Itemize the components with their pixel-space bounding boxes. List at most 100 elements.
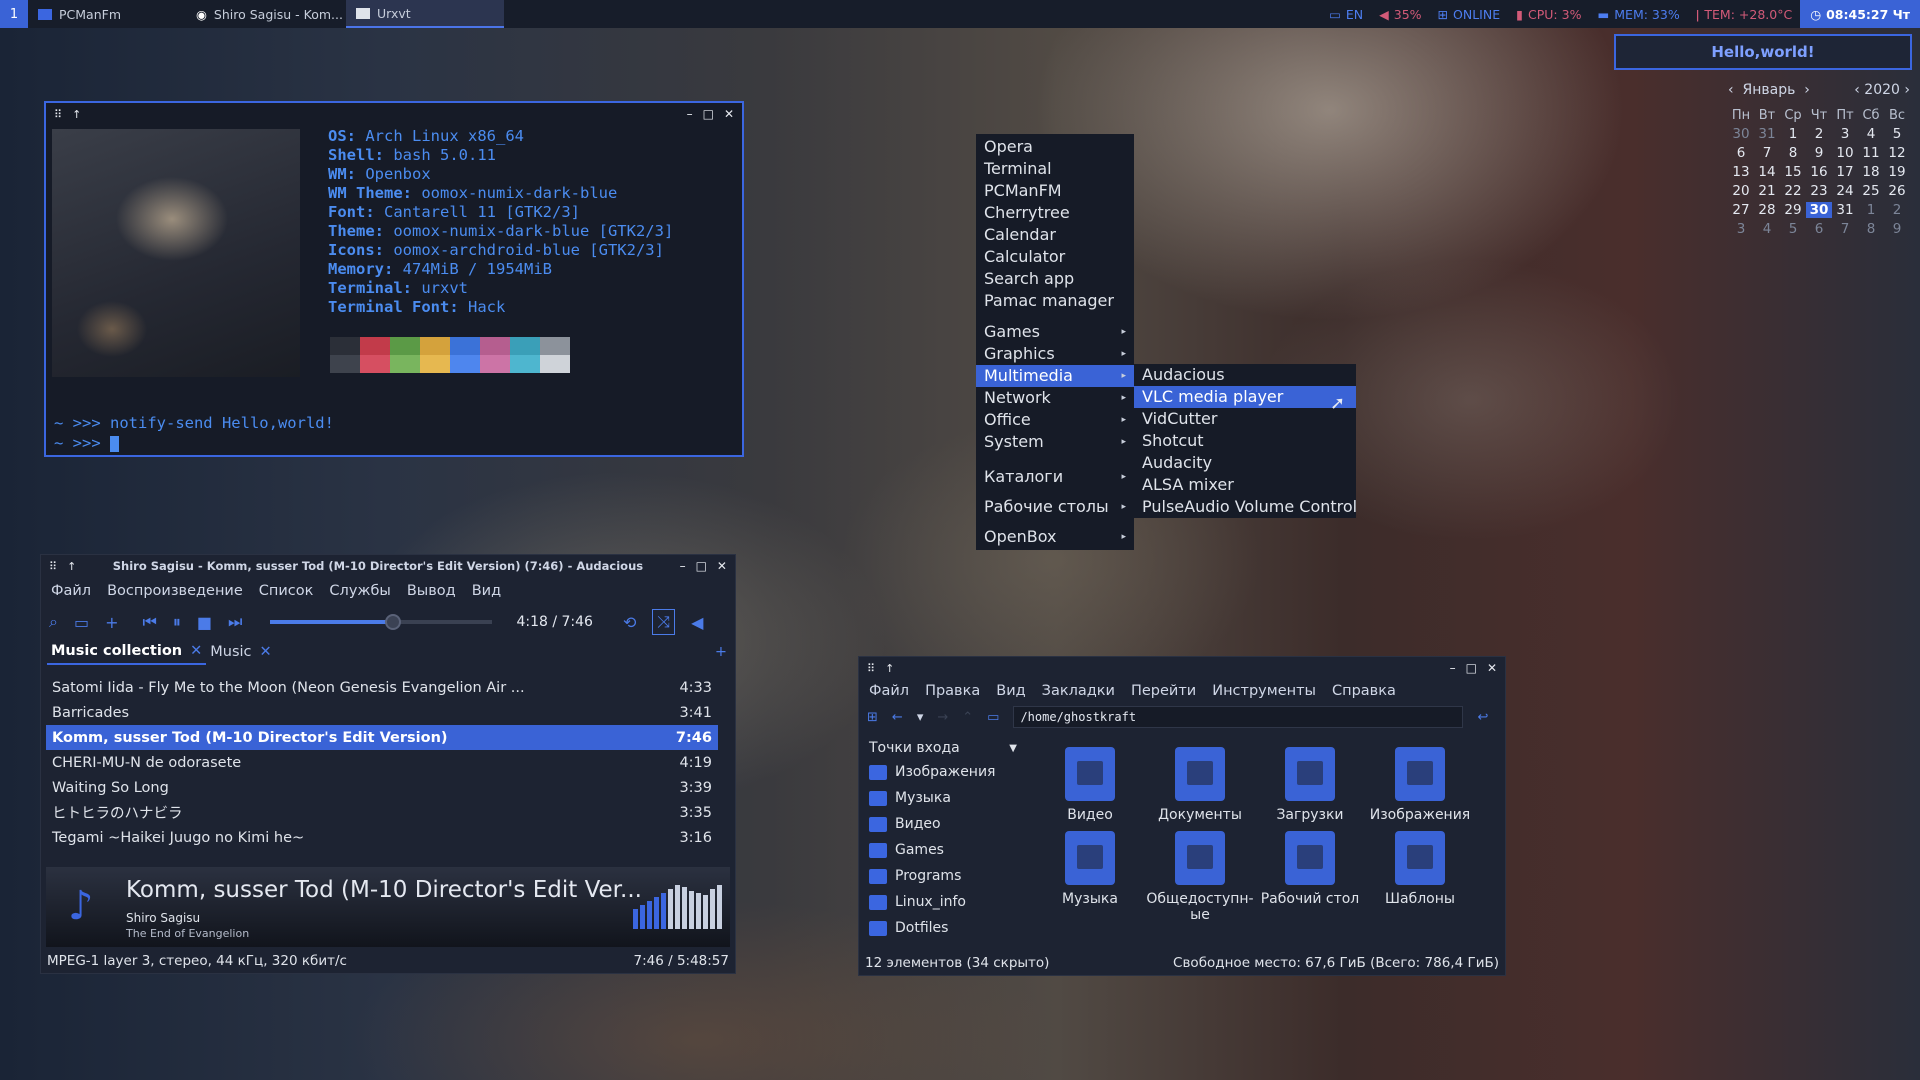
menu-item[interactable]: Opera: [976, 136, 1134, 158]
menu-item[interactable]: Cherrytree: [976, 202, 1134, 224]
workspace-indicator[interactable]: 1: [0, 0, 28, 28]
maximize-icon[interactable]: □: [1466, 661, 1477, 675]
submenu-item[interactable]: ALSA mixer: [1134, 474, 1356, 496]
calendar-day[interactable]: 15: [1780, 164, 1806, 180]
new-tab-icon[interactable]: ⊞: [867, 710, 878, 725]
file-icon-item[interactable]: Изображения: [1365, 747, 1475, 823]
window-menu-icon[interactable]: ⠿: [49, 560, 57, 573]
month-selector[interactable]: ‹ Январь ›: [1728, 82, 1810, 98]
menu-item[interactable]: Вывод: [407, 583, 456, 599]
file-icon-item[interactable]: Шаблоны: [1365, 831, 1475, 923]
calendar-day[interactable]: 10: [1832, 145, 1858, 161]
task-pcmanfm[interactable]: PCManFm: [28, 0, 186, 28]
file-icon-item[interactable]: Рабочий стол: [1255, 831, 1365, 923]
menu-item[interactable]: Инструменты: [1212, 683, 1316, 699]
path-input[interactable]: /home/ghostkraft: [1013, 706, 1464, 728]
close-icon[interactable]: ✕: [717, 559, 727, 573]
menu-item[interactable]: Перейти: [1131, 683, 1196, 699]
shuffle-icon[interactable]: ⤨: [652, 609, 676, 635]
task-urxvt[interactable]: Urxvt: [346, 0, 504, 28]
menu-item-games[interactable]: Games ▸: [976, 321, 1134, 343]
calendar-day[interactable]: 14: [1754, 164, 1780, 180]
calendar-day[interactable]: 1: [1858, 202, 1884, 218]
maximize-icon[interactable]: □: [696, 559, 707, 573]
add-icon[interactable]: +: [105, 613, 118, 632]
calendar-day[interactable]: 3: [1728, 221, 1754, 237]
file-icon-item[interactable]: Общедоступн-ые: [1145, 831, 1255, 923]
calendar-day[interactable]: 4: [1754, 221, 1780, 237]
file-icon-item[interactable]: Документы: [1145, 747, 1255, 823]
submenu-item[interactable]: Audacious: [1134, 364, 1356, 386]
menu-item[interactable]: Файл: [51, 583, 91, 599]
menu-item-multimedia[interactable]: Multimedia ▸: [976, 365, 1134, 387]
up-icon[interactable]: ⌃: [962, 710, 973, 725]
calendar-day[interactable]: 23: [1806, 183, 1832, 199]
window-menu-icon[interactable]: ⠿: [54, 108, 62, 121]
submenu-item[interactable]: Audacity: [1134, 452, 1356, 474]
calendar-day[interactable]: 8: [1858, 221, 1884, 237]
seek-knob[interactable]: [384, 614, 401, 630]
seek-slider[interactable]: [270, 614, 493, 630]
calendar-day[interactable]: 21: [1754, 183, 1780, 199]
sidebar-item[interactable]: Музыка: [863, 785, 1023, 811]
menu-item-openbox[interactable]: OpenBox ▸: [976, 526, 1134, 548]
tab-music[interactable]: Music ✕: [206, 644, 275, 660]
calendar-day[interactable]: 1: [1780, 126, 1806, 142]
calendar-day[interactable]: 6: [1728, 145, 1754, 161]
menu-item-system[interactable]: System ▸: [976, 431, 1134, 453]
menu-item-network[interactable]: Network ▸: [976, 387, 1134, 409]
open-folder-icon[interactable]: ▭: [74, 613, 89, 632]
playlist-row[interactable]: CHERI-MU-N de odorasete 4:19: [46, 750, 718, 775]
add-tab-icon[interactable]: +: [715, 644, 727, 660]
maximize-icon[interactable]: □: [703, 107, 714, 121]
menu-item[interactable]: Pamac manager: [976, 290, 1134, 312]
calendar-day[interactable]: 26: [1884, 183, 1910, 199]
year-selector[interactable]: ‹ 2020 ›: [1854, 82, 1910, 98]
calendar-day[interactable]: 6: [1806, 221, 1832, 237]
menu-item[interactable]: Файл: [869, 683, 909, 699]
calendar-day[interactable]: 4: [1858, 126, 1884, 142]
menu-item[interactable]: Список: [259, 583, 314, 599]
calendar-day[interactable]: 31: [1754, 126, 1780, 142]
chevron-right-icon[interactable]: ›: [1904, 82, 1910, 98]
terminal-prompt[interactable]: ~ >>> notify-send Hello,world! ~ >>>: [54, 413, 334, 453]
close-tab-icon[interactable]: ✕: [260, 644, 272, 660]
previous-icon[interactable]: ⏮: [143, 612, 157, 632]
sidebar-item[interactable]: Dotfiles: [863, 915, 1023, 941]
window-titlebar[interactable]: ⠿ ↑ Shiro Sagisu - Komm, susser Tod (M-10…: [41, 555, 735, 577]
minimize-icon[interactable]: –: [687, 107, 693, 121]
calendar-day[interactable]: 9: [1806, 145, 1832, 161]
chevron-right-icon[interactable]: ›: [1804, 82, 1810, 98]
minimize-icon[interactable]: –: [680, 559, 686, 573]
calendar-day[interactable]: 9: [1884, 221, 1910, 237]
menu-item[interactable]: Справка: [1332, 683, 1396, 699]
menu-item[interactable]: Закладки: [1042, 683, 1115, 699]
menu-item[interactable]: Воспроизведение: [107, 583, 243, 599]
menu-item-desktops[interactable]: Рабочие столы ▸: [976, 492, 1134, 522]
file-icon-item[interactable]: Видео: [1035, 747, 1145, 823]
tab-music-collection[interactable]: Music collection ✕: [47, 639, 207, 665]
volume-icon[interactable]: ◀: [691, 613, 703, 632]
calendar-day[interactable]: 28: [1754, 202, 1780, 218]
calendar-day[interactable]: 16: [1806, 164, 1832, 180]
submenu-item[interactable]: VidCutter: [1134, 408, 1356, 430]
calendar-day[interactable]: 18: [1858, 164, 1884, 180]
playlist-row[interactable]: Barricades 3:41: [46, 700, 718, 725]
window-menu-icon[interactable]: ⠿: [867, 662, 875, 675]
task-audacious[interactable]: ◉ Shiro Sagisu - Kom...: [186, 0, 346, 28]
minimize-icon[interactable]: –: [1450, 661, 1456, 675]
menu-item-office[interactable]: Office ▸: [976, 409, 1134, 431]
calendar-day[interactable]: 29: [1780, 202, 1806, 218]
calendar-day[interactable]: 25: [1858, 183, 1884, 199]
notification-popup[interactable]: Hello,world!: [1614, 34, 1912, 70]
close-icon[interactable]: ✕: [1487, 661, 1497, 675]
sidebar-item[interactable]: Linux_info: [863, 889, 1023, 915]
calendar-day[interactable]: 11: [1858, 145, 1884, 161]
playlist-row[interactable]: Satomi Iida - Fly Me to the Moon (Neon G…: [46, 675, 718, 700]
file-icon-item[interactable]: Музыка: [1035, 831, 1145, 923]
chevron-left-icon[interactable]: ‹: [1728, 82, 1734, 98]
pause-icon[interactable]: ⏸: [173, 612, 181, 632]
menu-item[interactable]: Calendar: [976, 224, 1134, 246]
calendar-day[interactable]: 7: [1832, 221, 1858, 237]
menu-item[interactable]: PCManFM: [976, 180, 1134, 202]
